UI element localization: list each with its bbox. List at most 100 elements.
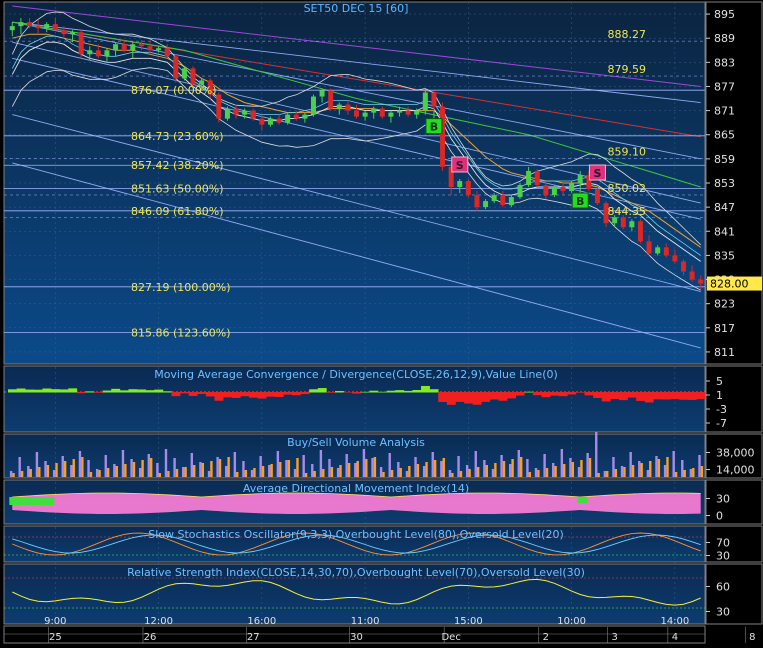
volume-buy-bar [12, 473, 15, 477]
volume-buy-bar [563, 464, 566, 477]
time-axis-label: 12:00 [144, 616, 173, 627]
macd-bar [223, 392, 233, 398]
volume-buy-bar [347, 463, 351, 477]
volume-sell-bar [95, 469, 99, 477]
volume-sell-bar [465, 465, 469, 477]
volume-sell-bar [414, 457, 417, 477]
volume-buy-bar [158, 473, 161, 477]
price-tick-label: 823 [714, 298, 735, 311]
macd-bar [59, 389, 69, 393]
candle-body [405, 110, 411, 115]
price-tick-label: 811 [714, 346, 735, 359]
macd-bar [205, 392, 215, 397]
volume-buy-bar [623, 467, 626, 477]
volume-sell-bar [121, 450, 125, 477]
volume-sell-bar [302, 455, 305, 477]
volume-buy-bar [442, 458, 445, 477]
macd-bar [489, 392, 499, 400]
volume-sell-bar [379, 467, 383, 477]
volume-buy-bar [476, 467, 480, 477]
volume-sell-bar [233, 452, 237, 477]
date-axis-label: 30 [350, 632, 363, 643]
volume-buy-bar [253, 468, 256, 477]
volume-sell-bar [87, 460, 90, 477]
volume-buy-bar [38, 467, 41, 477]
volume-sell-bar [182, 467, 185, 477]
panel-backgrounds [3, 1, 763, 644]
volume-buy-bar [279, 462, 282, 477]
volume-buy-bar [365, 459, 368, 477]
indicator-title: Average Directional Movement Index(14) [243, 482, 469, 495]
candle-body [534, 170, 540, 186]
chart-canvas[interactable]: SET50 DEC 15 [60] 895 889 883 877 871 865 859 8… [0, 0, 763, 644]
date-axis-label: Dec [441, 632, 460, 643]
candle-body [474, 195, 480, 208]
volume-sell-bar [70, 465, 73, 477]
macd-bar [128, 389, 138, 393]
date-axis-label: 4 [672, 632, 678, 643]
volume-buy-bar [149, 458, 153, 477]
volume-buy-bar [399, 468, 402, 477]
volume-sell-bar [354, 463, 357, 477]
candle-body [612, 217, 618, 224]
volume-buy-bar [330, 467, 334, 477]
volume-buy-bar [210, 461, 213, 477]
macd-bar [334, 390, 344, 393]
price-tick-label: 883 [714, 56, 735, 69]
volume-buy-bar [20, 471, 24, 477]
volume-sell-bar [569, 458, 572, 477]
macd-bar [670, 392, 680, 400]
volume-buy-bar [304, 473, 308, 477]
candle-body [328, 90, 334, 109]
candle-body [414, 110, 420, 115]
volume-buy-bar [390, 470, 394, 477]
candle-body [52, 24, 58, 31]
macd-bar [438, 392, 448, 402]
volume-sell-bar [104, 455, 107, 477]
volume-buy-bar [296, 458, 299, 477]
volume-sell-bar [130, 459, 133, 477]
macd-bar [679, 392, 689, 400]
candle-body [560, 187, 566, 192]
candle-body [594, 189, 600, 204]
sell-signal-label: S [456, 159, 464, 172]
volume-sell-bar [457, 456, 460, 477]
volume-buy-bar [227, 457, 230, 477]
volume-sell-bar [216, 457, 219, 477]
volume-sell-bar [560, 449, 564, 477]
volume-sell-bar [440, 461, 443, 477]
volume-sell-bar [52, 470, 56, 477]
macd-bar [145, 390, 155, 393]
candle-body [87, 50, 93, 55]
candle-body [319, 90, 325, 97]
volume-buy-bar [425, 462, 428, 477]
candle-body [121, 44, 127, 51]
sell-signal-label: S [593, 167, 601, 180]
indicator-title: Slow Stochastics Oscillator(9,3,3),Overb… [148, 528, 564, 541]
level-label: 888.27 [608, 28, 647, 41]
time-axis-label: 16:00 [247, 616, 276, 627]
candle-body [362, 112, 368, 117]
macd-bar [558, 392, 568, 397]
volume-sell-bar [147, 454, 150, 477]
volume-sell-bar [646, 470, 650, 477]
volume-buy-bar [201, 463, 205, 477]
candle-body [655, 247, 661, 254]
volume-sell-bar [78, 451, 82, 477]
macd-bar [162, 391, 172, 393]
indicator-tick-label: 30 [716, 606, 730, 619]
candle-body [104, 50, 110, 57]
volume-sell-bar [474, 451, 477, 477]
volume-buy-bar [55, 463, 58, 477]
last-price-label: 828.00 [710, 278, 749, 291]
candle-body [181, 68, 187, 79]
macd-bar [16, 388, 26, 393]
indicator-tick-label: -3 [716, 403, 727, 416]
volume-buy-bar [666, 457, 669, 477]
volume-sell-bar [655, 456, 658, 477]
candle-body [663, 247, 669, 256]
macd-bar [429, 389, 439, 393]
macd-bar [25, 389, 35, 393]
volume-sell-bar [491, 469, 495, 477]
macd-bar [8, 389, 17, 393]
